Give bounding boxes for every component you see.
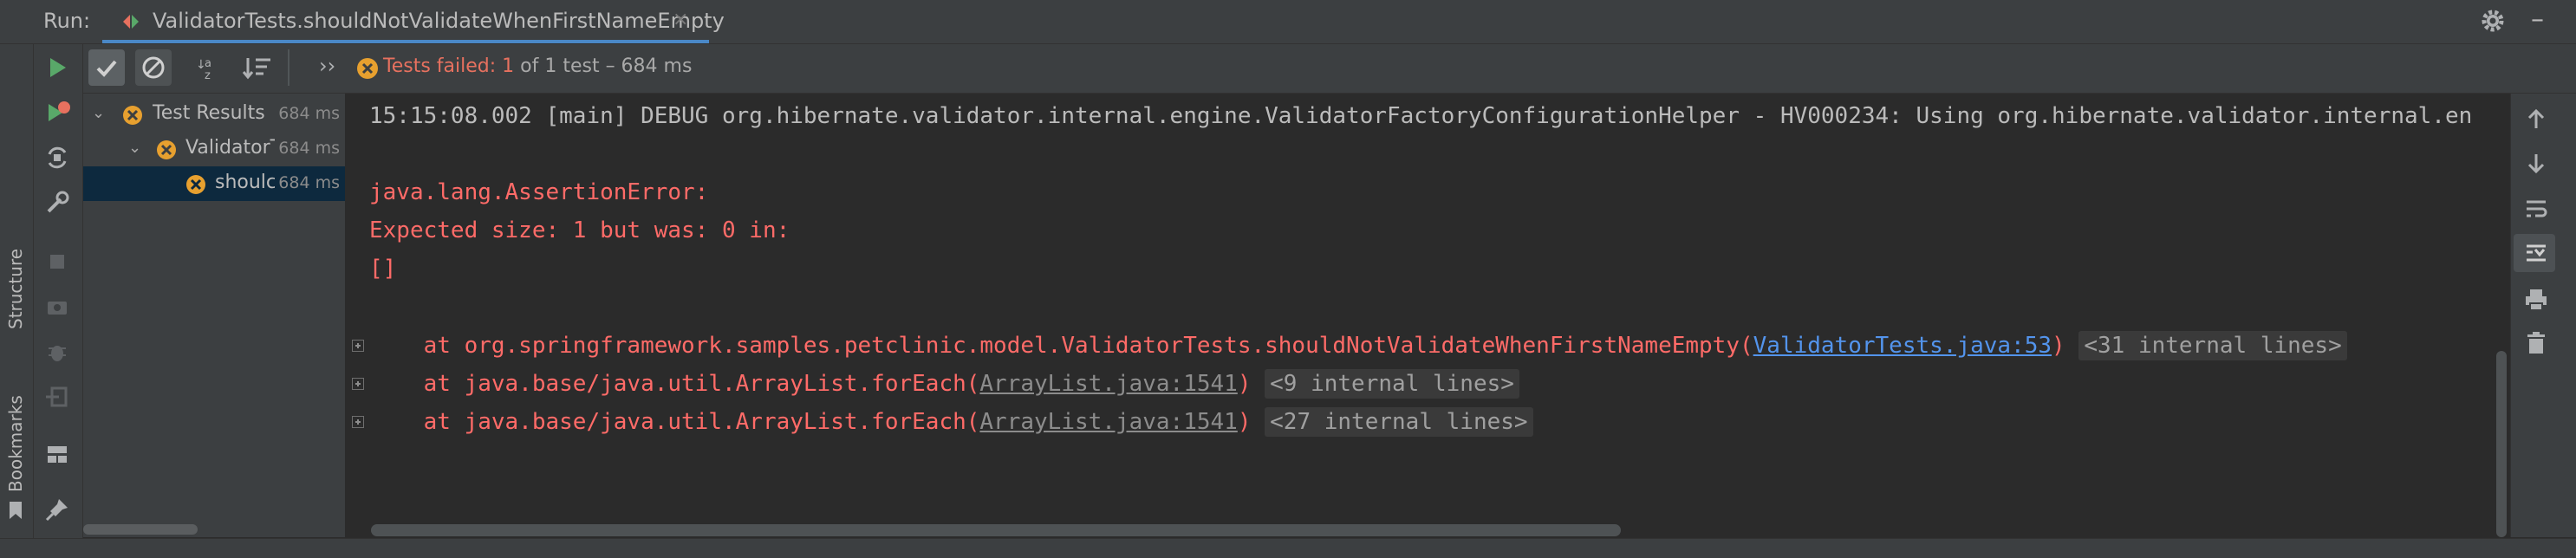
tree-row-test-method[interactable]: shoulc 684 ms [83, 166, 345, 201]
arrow-down-icon[interactable] [2521, 147, 2552, 178]
toolbar-separator [288, 49, 289, 86]
stack-frame-text: at org.springframework.samples.petclinic… [369, 333, 1753, 359]
stack-frame-suffix: ) [2052, 333, 2065, 359]
source-link[interactable]: ArrayList.java:1541 [979, 409, 1237, 435]
stack-frame-suffix: ) [1237, 371, 1252, 397]
test-results-tree[interactable]: ⌄ Test Results 684 ms ⌄ ValidatorT 684 m… [83, 94, 346, 537]
tree-row-label: shoulc [215, 172, 277, 193]
bookmarks-tool-button[interactable]: Bookmarks [5, 395, 26, 492]
stack-trace-line: at java.base/java.util.ArrayList.forEach… [369, 369, 1519, 399]
pin-icon[interactable] [42, 494, 73, 525]
bottom-tool-window-bar [0, 538, 2576, 558]
tree-row-validator-tests[interactable]: ⌄ ValidatorT 684 ms [83, 132, 345, 166]
stack-trace-line: at java.base/java.util.ArrayList.forEach… [369, 407, 1533, 437]
expand-fold-icon[interactable] [352, 378, 364, 390]
soft-wrap-icon[interactable] [2521, 192, 2552, 224]
internal-lines-fold[interactable]: <27 internal lines> [1265, 407, 1533, 437]
expand-fold-icon[interactable] [352, 340, 364, 352]
tree-row-label: Test Results [153, 102, 265, 124]
tree-row-test-results[interactable]: ⌄ Test Results 684 ms [83, 97, 345, 132]
print-icon[interactable] [2521, 284, 2552, 315]
play-icon[interactable] [42, 52, 73, 83]
stack-frame-text: at java.base/java.util.ArrayList.forEach… [369, 371, 980, 397]
test-failed-icon [357, 58, 378, 79]
console-error-line: [] [369, 256, 397, 282]
tests-failed-text: Tests failed: 1 [383, 55, 515, 77]
source-link[interactable]: ValidatorTests.java:53 [1753, 333, 2052, 359]
tree-row-duration: 684 ms [275, 173, 340, 192]
test-config-icon [123, 15, 139, 29]
import-icon[interactable] [42, 381, 73, 412]
run-tab-title[interactable]: ValidatorTests.shouldNotValidateWhenFirs… [153, 9, 725, 33]
auto-test-icon[interactable] [42, 142, 73, 173]
console-output[interactable] [347, 94, 2508, 537]
bug-icon[interactable] [42, 336, 73, 367]
internal-lines-fold[interactable]: <31 internal lines> [2078, 331, 2347, 360]
rerun-failed-icon[interactable] [42, 97, 73, 128]
console-error-line: Expected size: 1 but was: 0 in: [369, 217, 790, 243]
trash-icon[interactable] [2521, 328, 2552, 359]
tree-horizontal-scrollbar[interactable] [83, 524, 198, 535]
stop-icon[interactable] [42, 246, 73, 277]
more-actions-icon[interactable]: ›› [319, 54, 335, 78]
arrow-up-icon[interactable] [2521, 104, 2552, 135]
test-failed-icon [157, 140, 176, 159]
camera-icon[interactable] [42, 291, 73, 322]
layout-icon[interactable] [42, 438, 73, 470]
svg-text:a: a [205, 57, 211, 70]
wrench-icon[interactable] [42, 187, 73, 218]
sort-duration-icon[interactable] [239, 49, 276, 86]
expand-chevron-icon[interactable]: ⌄ [128, 139, 141, 157]
tests-count-duration: of 1 test – 684 ms [514, 55, 693, 77]
run-label: Run: [43, 9, 91, 33]
ignored-icon [142, 56, 165, 79]
close-tab-icon[interactable]: × [673, 9, 688, 30]
tree-row-duration: 684 ms [275, 104, 340, 123]
minimize-icon[interactable]: – [2531, 7, 2544, 33]
internal-lines-fold[interactable]: <9 internal lines> [1265, 369, 1519, 399]
sort-alpha-icon[interactable]: ↓ a z [192, 49, 229, 86]
expand-fold-icon[interactable] [352, 416, 364, 428]
gear-icon[interactable] [2479, 7, 2507, 35]
structure-tool-button[interactable]: Structure [5, 249, 26, 329]
svg-text:z: z [205, 69, 211, 82]
show-passed-toggle[interactable] [88, 49, 125, 86]
bookmark-icon [10, 502, 22, 519]
console-vertical-scrollbar[interactable] [2496, 351, 2507, 537]
test-failed-icon [186, 175, 205, 194]
scroll-to-end-icon[interactable] [2521, 237, 2552, 269]
tree-row-label: ValidatorT [185, 137, 283, 159]
console-error-line: java.lang.AssertionError: [369, 179, 709, 205]
show-ignored-toggle[interactable] [135, 49, 172, 86]
expand-chevron-icon[interactable]: ⌄ [92, 104, 105, 122]
console-debug-line: 15:15:08.002 [main] DEBUG org.hibernate.… [369, 103, 2473, 129]
test-status-summary: Tests failed: 1 of 1 test – 684 ms [383, 55, 692, 77]
console-horizontal-scrollbar[interactable] [371, 524, 1621, 536]
test-failed-icon [123, 106, 142, 125]
source-link[interactable]: ArrayList.java:1541 [979, 371, 1237, 397]
stack-trace-line: at org.springframework.samples.petclinic… [369, 331, 2347, 360]
stack-frame-text: at java.base/java.util.ArrayList.forEach… [369, 409, 980, 435]
tree-row-duration: 684 ms [275, 139, 340, 158]
stack-frame-suffix: ) [1237, 409, 1252, 435]
check-icon [96, 60, 117, 77]
